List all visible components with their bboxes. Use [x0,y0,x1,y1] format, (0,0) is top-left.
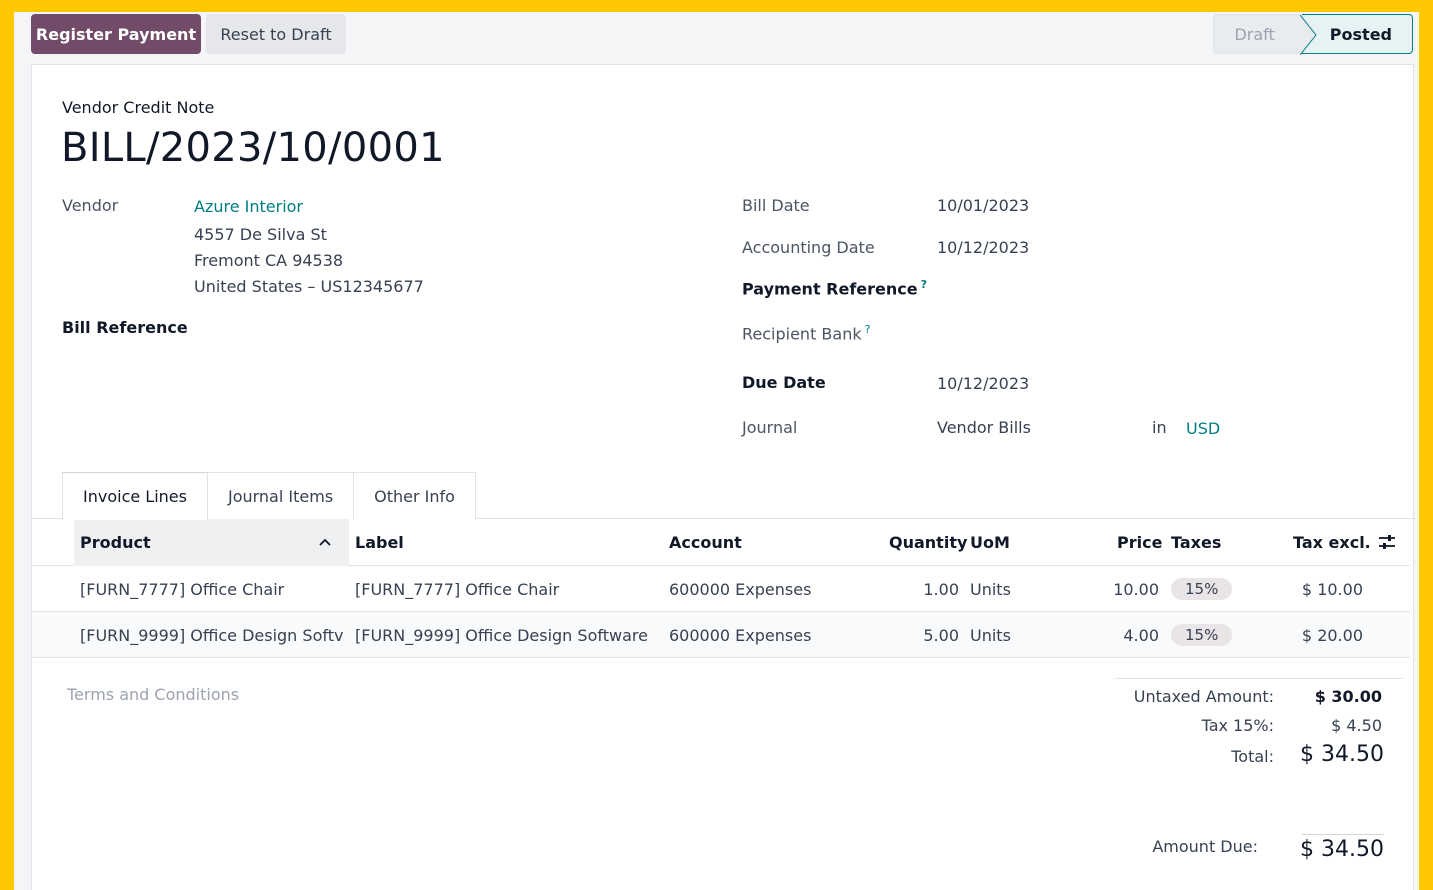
row-uom[interactable]: Units [970,566,1050,612]
recipient-bank-label: Recipient Bank? [742,323,870,343]
row-uom[interactable]: Units [970,612,1050,658]
column-header-product[interactable]: Product [74,519,349,566]
status-bar: Draft Posted [1213,14,1413,55]
total-value: $ 34.50 [1300,742,1384,767]
row-price[interactable]: 10.00 [1082,566,1159,612]
notebook-tabs: Invoice Lines Journal Items Other Info [62,472,476,520]
row-quantity[interactable]: 1.00 [882,566,959,612]
journal-label: Journal [742,418,798,437]
vendor-address-line1: 4557 De Silva St [194,225,327,244]
reset-to-draft-button[interactable]: Reset to Draft [206,14,346,54]
tax-badge: 15% [1171,578,1233,600]
column-header-label[interactable]: Label [355,519,404,566]
due-date-label: Due Date [742,373,826,392]
column-header-taxes[interactable]: Taxes [1171,519,1221,566]
journal-field[interactable]: Vendor Bills [937,418,1031,437]
payment-reference-label-text: Payment Reference [742,279,918,299]
tax-label: Tax 15%: [1201,716,1274,735]
row-product[interactable]: [FURN_9999] Office Design Softv [80,612,350,658]
form-sheet: Vendor Credit Note BILL/2023/10/0001 Ven… [31,64,1415,890]
status-stage-draft[interactable]: Draft [1213,14,1302,54]
document-type: Vendor Credit Note [62,98,215,117]
table-row[interactable]: [FURN_9999] Office Design Softv [FURN_99… [32,612,1410,658]
row-tax-excl: $ 10.00 [1301,579,1363,599]
accounting-date-field[interactable]: 10/12/2023 [937,238,1029,257]
recipient-bank-label-text: Recipient Bank [742,324,862,344]
help-icon[interactable]: ? [865,323,871,336]
bill-date-label: Bill Date [742,196,810,215]
amount-due-value: $ 34.50 [1300,837,1384,862]
vendor-link[interactable]: Azure Interior [194,197,303,216]
row-price[interactable]: 4.00 [1082,612,1159,658]
app-window: Register Payment Reset to Draft Draft Po… [14,12,1419,890]
row-account[interactable]: 600000 Expenses [669,612,879,658]
untaxed-amount-value: $ 30.00 [1314,687,1382,706]
row-label[interactable]: [FURN_7777] Office Chair [355,566,665,612]
status-stage-posted[interactable]: Posted [1299,14,1413,55]
row-quantity[interactable]: 5.00 [882,612,959,658]
total-label: Total: [1231,747,1274,766]
table-header: Product Label Account Quantity UoM Price… [32,519,1410,566]
amount-due-divider [1302,834,1384,835]
column-header-price[interactable]: Price [1117,519,1162,566]
bill-reference-label: Bill Reference [62,318,188,337]
tax-value: $ 4.50 [1331,716,1382,735]
register-payment-button[interactable]: Register Payment [31,14,201,54]
bill-date-field[interactable]: 10/01/2023 [937,196,1029,215]
tab-journal-items[interactable]: Journal Items [206,472,355,519]
table-row[interactable]: [FURN_7777] Office Chair [FURN_7777] Off… [32,566,1410,612]
vendor-address-line3: United States – US12345677 [194,277,424,296]
column-header-account[interactable]: Account [669,519,742,566]
column-header-tax-excl[interactable]: Tax excl. [1293,519,1371,566]
help-icon[interactable]: ? [921,278,927,291]
tab-invoice-lines[interactable]: Invoice Lines [62,472,208,520]
due-date-field[interactable]: 10/12/2023 [937,374,1029,393]
row-product[interactable]: [FURN_7777] Office Chair [80,566,350,612]
terms-and-conditions-field[interactable]: Terms and Conditions [67,685,239,704]
vendor-address-line2: Fremont CA 94538 [194,251,344,270]
chevron-separator-icon [1299,15,1317,55]
row-taxes[interactable]: 15% [1171,612,1271,658]
sort-ascending-icon [319,538,331,546]
currency-in-label: in [1152,418,1167,437]
row-taxes[interactable]: 15% [1171,566,1271,612]
tab-other-info[interactable]: Other Info [353,472,476,519]
amount-due-label: Amount Due: [1152,837,1258,856]
column-header-product-label: Product [80,533,151,552]
status-stage-posted-label: Posted [1329,24,1392,44]
currency-link[interactable]: USD [1186,419,1220,438]
row-tax-excl: $ 20.00 [1301,625,1363,645]
totals-divider [1115,678,1403,679]
row-label[interactable]: [FURN_9999] Office Design Software [355,612,665,658]
column-settings-icon[interactable] [1377,532,1397,552]
untaxed-amount-label: Untaxed Amount: [1133,687,1274,706]
tax-badge: 15% [1171,624,1233,646]
vendor-label: Vendor [62,196,119,215]
document-name: BILL/2023/10/0001 [61,125,445,171]
row-account[interactable]: 600000 Expenses [669,566,879,612]
accounting-date-label: Accounting Date [742,238,875,257]
column-header-uom[interactable]: UoM [970,519,1010,566]
payment-reference-label: Payment Reference? [742,278,927,298]
column-header-quantity[interactable]: Quantity [889,519,967,566]
